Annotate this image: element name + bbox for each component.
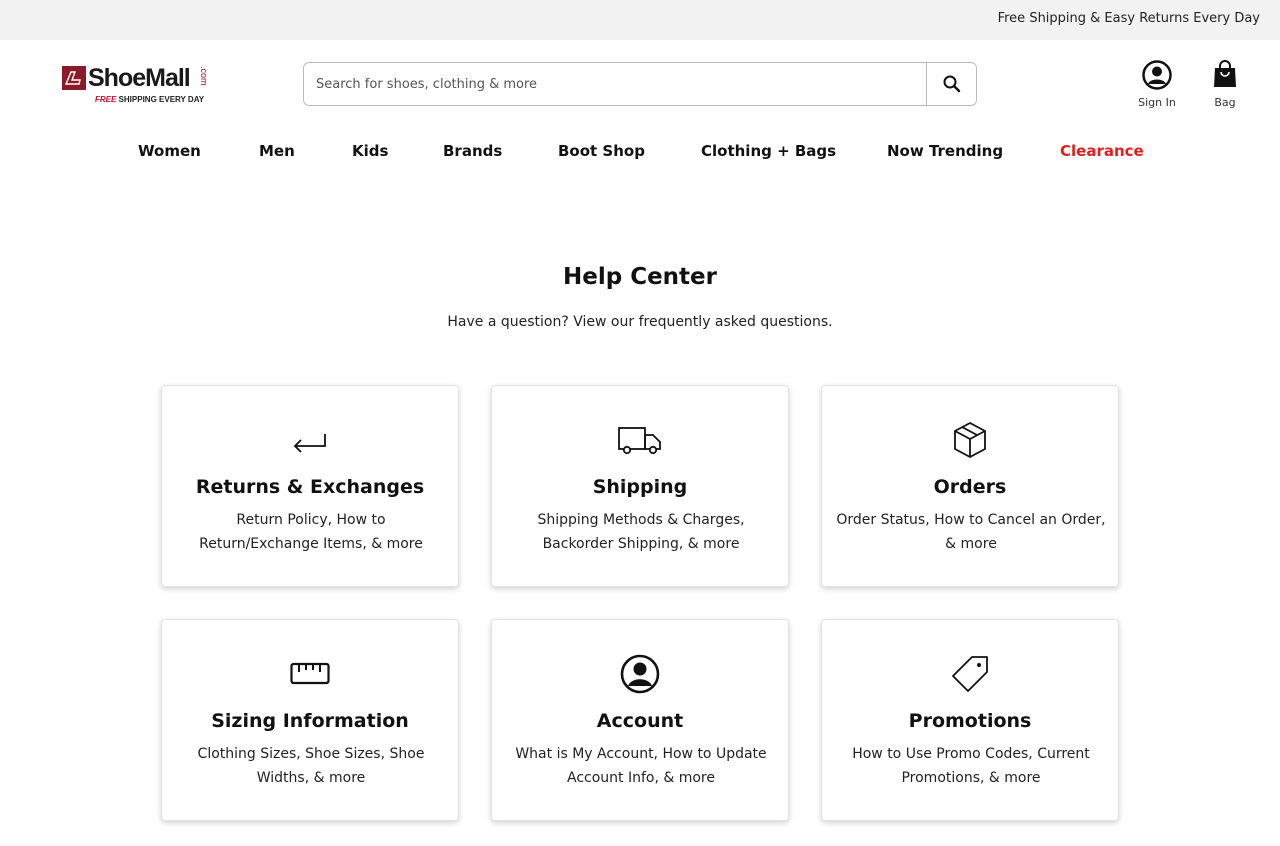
nav-item-women[interactable]: Women: [138, 142, 201, 160]
nav-item-now-trending[interactable]: Now Trending: [887, 142, 1003, 160]
return-arrow-icon: [293, 434, 326, 453]
card-description: Clothing Sizes, Shoe Sizes, Shoe Widths,…: [197, 746, 425, 786]
logo-tag-rest: SHIPPING EVERY DAY: [116, 95, 205, 104]
page-title: Help Center: [563, 264, 717, 290]
card-title: Account: [596, 710, 684, 732]
card-description: Shipping Methods & Charges, Backorder Sh…: [537, 512, 745, 552]
card-description: How to Use Promo Codes, Current Promotio…: [852, 746, 1090, 786]
nav-item-brands[interactable]: Brands: [443, 142, 502, 160]
help-card-account[interactable]: Account What is My Account, How to Updat…: [491, 619, 789, 821]
nav-item-kids[interactable]: Kids: [352, 142, 388, 160]
nav-item-clothing-bags[interactable]: Clothing + Bags: [701, 142, 836, 160]
shopping-bag-icon: [1214, 60, 1236, 87]
help-card-sizing[interactable]: Sizing Information Clothing Sizes, Shoe …: [161, 619, 459, 821]
search-icon: [943, 75, 961, 93]
tag-icon: [952, 656, 988, 692]
logo-tagline: FREE SHIPPING EVERY DAY: [95, 95, 204, 104]
card-description: Order Status, How to Cancel an Order, & …: [836, 512, 1106, 552]
ruler-icon: [290, 662, 330, 685]
card-title: Returns & Exchanges: [195, 476, 425, 498]
card-description: Return Policy, How to Return/Exchange It…: [199, 512, 423, 552]
nav-item-clearance[interactable]: Clearance: [1060, 142, 1144, 160]
search-input[interactable]: [304, 63, 926, 105]
search-button[interactable]: [926, 63, 976, 105]
user-circle-icon: [1142, 60, 1172, 90]
promo-bar-text: Free Shipping & Easy Returns Every Day: [997, 11, 1260, 26]
promo-bar: Free Shipping & Easy Returns Every Day: [0, 0, 1280, 40]
truck-icon: [618, 427, 661, 455]
help-card-orders[interactable]: Orders Order Status, How to Cancel an Or…: [821, 385, 1119, 587]
logo-suffix: .com: [199, 66, 209, 86]
logo-tag-free: FREE: [95, 95, 117, 104]
sign-in-label: Sign In: [1138, 96, 1176, 109]
help-card-returns[interactable]: Returns & Exchanges Return Policy, How t…: [161, 385, 459, 587]
logo-mark-icon: [62, 66, 86, 90]
bag-button[interactable]: Bag: [1205, 59, 1245, 109]
nav-item-men[interactable]: Men: [259, 142, 295, 160]
page-subtitle: Have a question? View our frequently ask…: [447, 314, 833, 330]
card-title: Sizing Information: [211, 710, 409, 732]
shoemall-logo[interactable]: ShoeMall .com FREE SHIPPING EVERY DAY: [62, 64, 222, 108]
box-icon: [954, 422, 986, 458]
card-title: Shipping: [592, 476, 688, 498]
logo-wordmark: ShoeMall: [88, 64, 191, 92]
card-description: What is My Account, How to Update Accoun…: [515, 746, 767, 786]
sign-in-button[interactable]: Sign In: [1132, 59, 1182, 109]
main-nav: Women Men Kids Brands Boot Shop Clothing…: [0, 142, 1280, 166]
card-title: Orders: [933, 476, 1007, 498]
bag-label: Bag: [1214, 96, 1236, 109]
search-bar: [303, 62, 977, 106]
help-card-shipping[interactable]: Shipping Shipping Methods & Charges, Bac…: [491, 385, 789, 587]
help-card-promotions[interactable]: Promotions How to Use Promo Codes, Curre…: [821, 619, 1119, 821]
user-circle-icon: [620, 654, 660, 694]
card-title: Promotions: [908, 710, 1032, 732]
nav-item-boot-shop[interactable]: Boot Shop: [558, 142, 645, 160]
